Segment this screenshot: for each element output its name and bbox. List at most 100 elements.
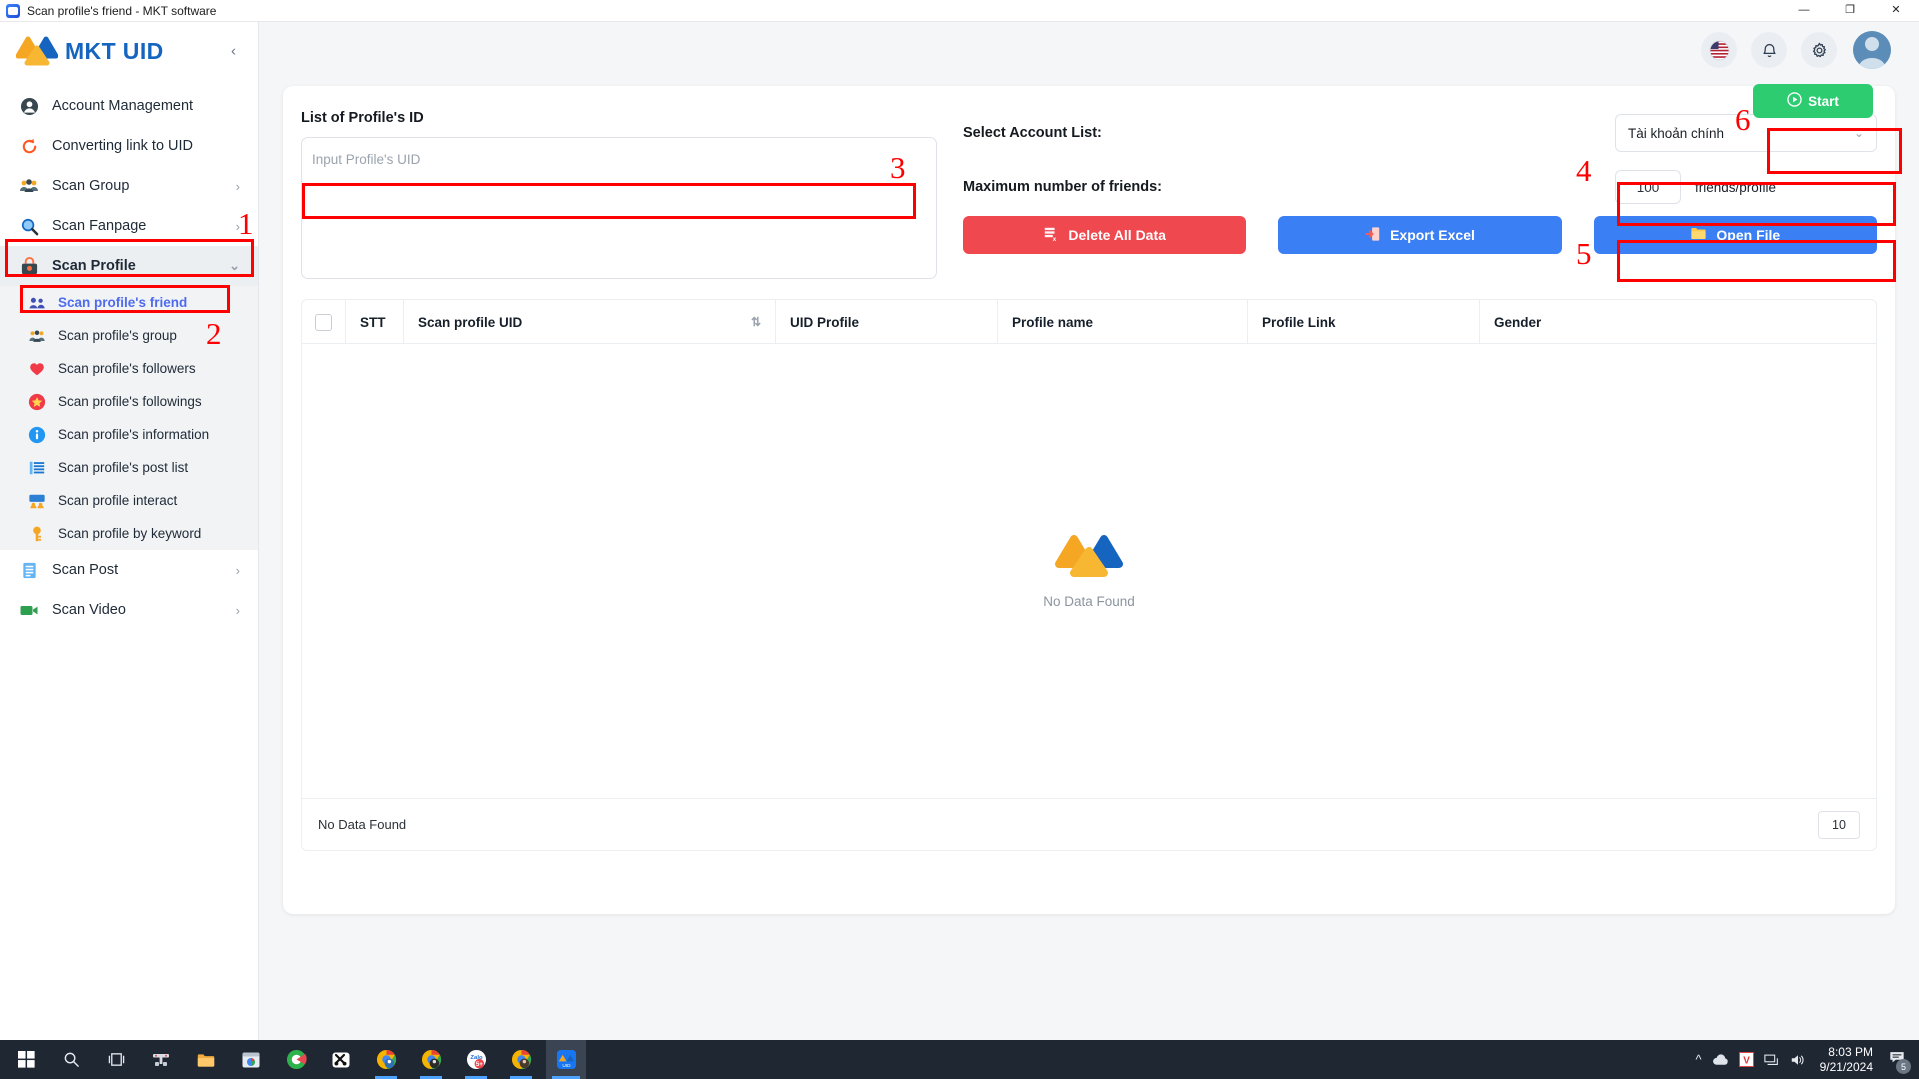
wifi-tool-icon[interactable]: [141, 1040, 181, 1079]
video-icon: [18, 599, 40, 621]
sidebar-item-account-management[interactable]: Account Management: [0, 86, 258, 126]
maximize-button[interactable]: ❐: [1827, 0, 1873, 22]
sidebar-item-label: Scan profile's post list: [58, 460, 189, 475]
uid-list-box[interactable]: [301, 137, 937, 279]
interact-icon: [27, 491, 47, 511]
mkt-uid-icon[interactable]: UID: [546, 1040, 586, 1079]
sidebar-item-converting-link-to-uid[interactable]: Converting link to UID: [0, 126, 258, 166]
search-icon[interactable]: [51, 1040, 91, 1079]
zalo-icon[interactable]: Zalo 5+: [456, 1040, 496, 1079]
start-button[interactable]: Start: [1753, 84, 1873, 118]
info-icon: [27, 425, 47, 445]
table-footer-text: No Data Found: [318, 817, 407, 832]
account-list-select[interactable]: Tài khoản chính ⌄: [1615, 114, 1877, 152]
max-friends-control: friends/profile: [1615, 170, 1877, 204]
sidebar-item-label: Scan profile's friend: [58, 295, 188, 310]
file-explorer-icon[interactable]: [186, 1040, 226, 1079]
bell-icon[interactable]: [1751, 32, 1787, 68]
sidebar-item-scan-profiles-group[interactable]: Scan profile's group: [0, 319, 258, 352]
heart-icon: [27, 359, 47, 379]
brand-name: MKT UID: [65, 37, 164, 64]
chrome-profile-3-icon[interactable]: [501, 1040, 541, 1079]
delete-all-data-button[interactable]: x Delete All Data: [963, 216, 1247, 254]
sidebar-item-scan-fanpage[interactable]: Scan Fanpage ›: [0, 206, 258, 246]
sidebar-item-scan-profile-by-keyword[interactable]: Scan profile by keyword: [0, 517, 258, 550]
chrome-profile-1-icon[interactable]: [366, 1040, 406, 1079]
sidebar-item-scan-group[interactable]: Scan Group ›: [0, 166, 258, 206]
table-header-row: STT Scan profile UID ⇅ UID Profile Profi…: [302, 300, 1876, 344]
chevron-down-icon[interactable]: ⌄: [229, 258, 240, 274]
column-header-scan-profile-uid: Scan profile UID ⇅: [404, 300, 776, 344]
window-controls: — ❐ ✕: [1781, 0, 1919, 22]
sidebar-collapse-icon[interactable]: ‹: [231, 43, 236, 60]
sidebar-item-scan-profile-interact[interactable]: Scan profile interact: [0, 484, 258, 517]
uid-list-label: List of Profile's ID: [301, 110, 424, 126]
minimize-button[interactable]: —: [1781, 0, 1827, 22]
sort-icon[interactable]: ⇅: [751, 315, 761, 329]
chevron-right-icon[interactable]: ›: [236, 219, 240, 234]
max-friends-label: Maximum number of friends:: [963, 179, 1162, 195]
volume-icon[interactable]: [1790, 1053, 1806, 1067]
close-button[interactable]: ✕: [1873, 0, 1919, 22]
windows-start-icon[interactable]: [6, 1040, 46, 1079]
table-footer: No Data Found 10: [302, 798, 1876, 850]
sidebar-item-scan-profile[interactable]: Scan Profile ⌄: [0, 246, 258, 286]
chevron-right-icon[interactable]: ›: [236, 563, 240, 578]
taskbar-items: Zalo 5+ UID: [0, 1040, 586, 1079]
column-header-uid-profile: UID Profile: [776, 300, 998, 344]
svg-text:5+: 5+: [475, 1061, 482, 1068]
export-excel-button[interactable]: Export Excel: [1278, 216, 1562, 254]
sidebar-item-label: Converting link to UID: [52, 138, 194, 154]
sidebar-item-scan-profiles-friend[interactable]: Scan profile's friend: [0, 286, 258, 319]
sidebar-item-scan-profiles-post-list[interactable]: Scan profile's post list: [0, 451, 258, 484]
open-file-button[interactable]: Open File: [1593, 216, 1877, 254]
sidebar-item-scan-profiles-followings[interactable]: Scan profile's followings: [0, 385, 258, 418]
refresh-icon: [18, 135, 40, 157]
sidebar-item-scan-profiles-information[interactable]: Scan profile's information: [0, 418, 258, 451]
taskbar-clock[interactable]: 8:03 PM 9/21/2024: [1820, 1045, 1873, 1075]
uid-input[interactable]: [312, 146, 926, 172]
tray-expand-icon[interactable]: ^: [1696, 1052, 1702, 1067]
green-circle-icon[interactable]: [276, 1040, 316, 1079]
settings-column: Select Account List: Tài khoản chính ⌄ M…: [963, 110, 1877, 279]
main-content: Start List of Profile's ID Select Accoun…: [259, 22, 1919, 1040]
sidebar-item-label: Scan profile interact: [58, 493, 178, 508]
max-friends-row: Maximum number of friends: friends/profi…: [963, 164, 1877, 210]
us-flag-icon[interactable]: [1701, 32, 1737, 68]
notification-center-icon[interactable]: 5: [1889, 1050, 1911, 1074]
star-icon: [27, 392, 47, 412]
capcut-icon[interactable]: [321, 1040, 361, 1079]
chrome-profile-2-icon[interactable]: [411, 1040, 451, 1079]
svg-text:UID: UID: [562, 1063, 571, 1069]
select-all-header: [302, 300, 346, 344]
sidebar-item-scan-video[interactable]: Scan Video ›: [0, 590, 258, 630]
antivirus-icon[interactable]: V: [1738, 1052, 1754, 1067]
column-header-stt: STT: [346, 300, 404, 344]
user-circle-icon: [18, 95, 40, 117]
user-avatar[interactable]: [1853, 31, 1891, 69]
page-size-select[interactable]: 10: [1818, 810, 1860, 839]
title-bar: Scan profile's friend - MKT software — ❐…: [0, 0, 1919, 22]
system-tray: ^ V 8:03 PM 9/21/2024 5: [1696, 1045, 1919, 1075]
chevron-right-icon[interactable]: ›: [236, 603, 240, 618]
notification-count-badge: 5: [1896, 1059, 1911, 1074]
select-all-checkbox[interactable]: [315, 313, 332, 331]
content-panel: Start List of Profile's ID Select Accoun…: [283, 84, 1895, 914]
chrome-store-icon[interactable]: [231, 1040, 271, 1079]
cloud-icon[interactable]: [1712, 1053, 1729, 1067]
network-icon[interactable]: [1763, 1053, 1780, 1067]
sidebar-item-label: Scan profile's followings: [58, 394, 202, 409]
sidebar-item-scan-post[interactable]: Scan Post ›: [0, 550, 258, 590]
svg-text:x: x: [1053, 236, 1057, 242]
key-icon: [27, 524, 47, 544]
action-button-label: Delete All Data: [1068, 227, 1166, 243]
task-view-icon[interactable]: [96, 1040, 136, 1079]
gear-icon[interactable]: [1801, 32, 1837, 68]
magnifier-icon: [18, 215, 40, 237]
account-select-wrapper: Tài khoản chính ⌄: [1615, 114, 1877, 152]
post-icon: [18, 559, 40, 581]
sidebar-item-scan-profiles-followers[interactable]: Scan profile's followers: [0, 352, 258, 385]
chevron-right-icon[interactable]: ›: [236, 179, 240, 194]
app-icon: [6, 3, 20, 18]
max-friends-input[interactable]: [1615, 170, 1681, 204]
